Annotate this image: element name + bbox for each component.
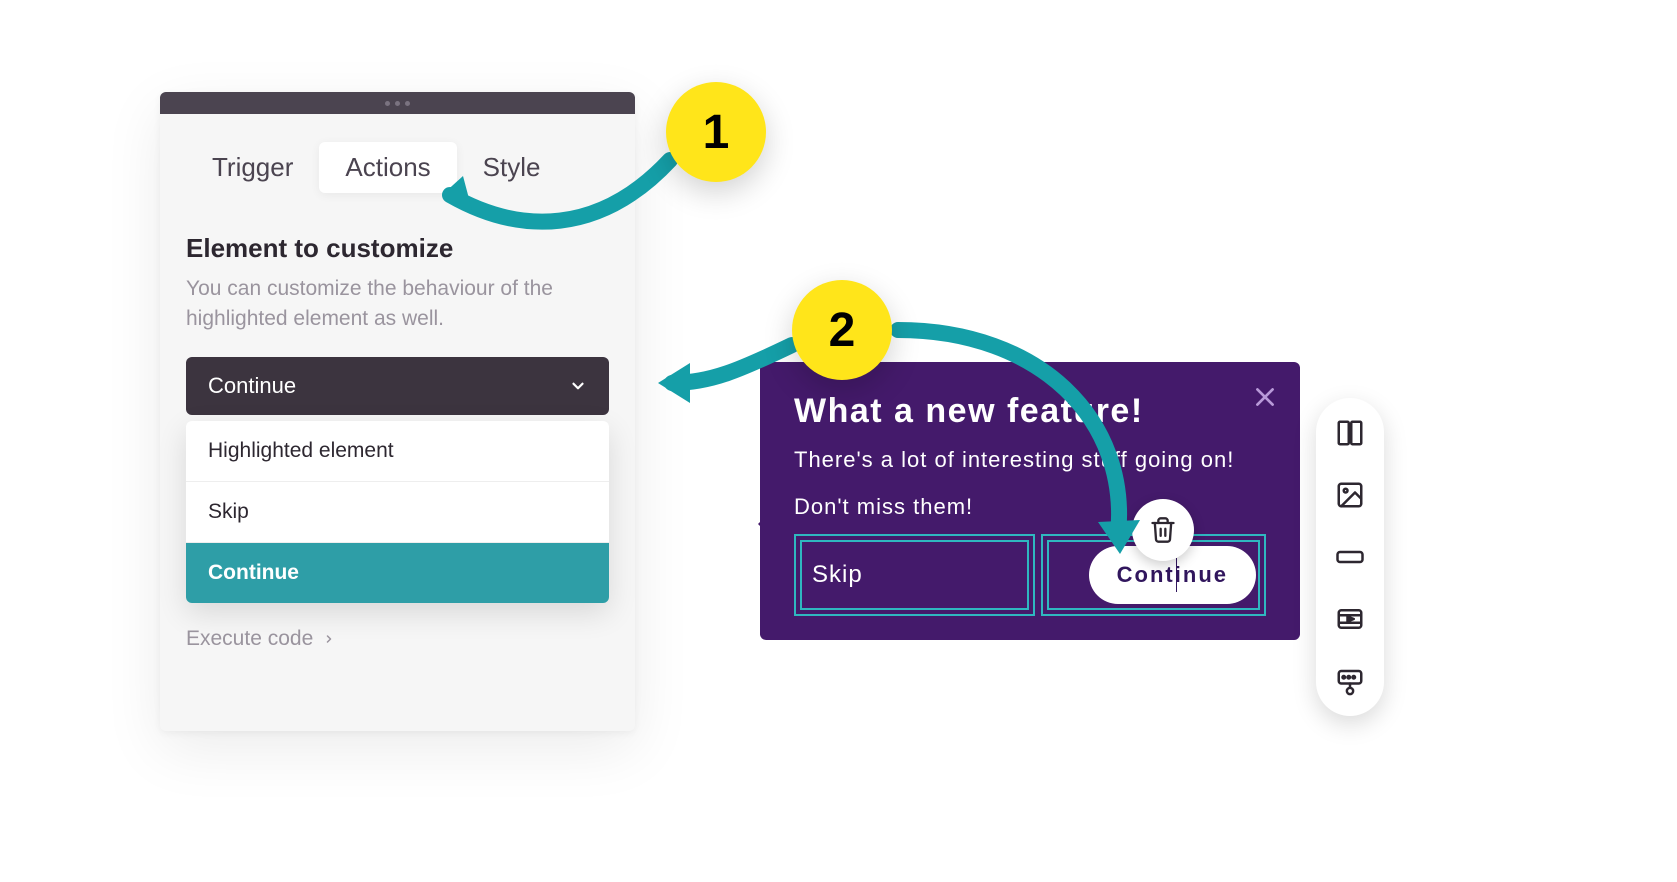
tab-actions[interactable]: Actions	[319, 142, 456, 193]
button-icon	[1335, 542, 1365, 572]
section-description: You can customize the behaviour of the h…	[186, 274, 609, 335]
select-value: Continue	[208, 373, 296, 399]
image-icon	[1335, 480, 1365, 510]
element-select-dropdown: Highlighted element Skip Continue	[186, 421, 609, 603]
tool-palette	[1316, 398, 1384, 716]
survey-icon	[1335, 666, 1365, 696]
execute-code-label: Execute code	[186, 627, 313, 651]
tooltip-button-row: Skip Continue	[794, 534, 1266, 616]
element-select[interactable]: Continue	[186, 357, 609, 415]
tab-trigger[interactable]: Trigger	[186, 142, 319, 193]
tool-columns[interactable]	[1335, 418, 1365, 448]
window-titlebar	[160, 92, 635, 114]
tool-image[interactable]	[1335, 480, 1365, 510]
delete-button[interactable]	[1132, 499, 1194, 561]
annotation-badge-1: 1	[666, 82, 766, 182]
tool-survey[interactable]	[1335, 666, 1365, 696]
annotation-badge-2: 2	[792, 280, 892, 380]
tabs-row: Trigger Actions Style	[160, 114, 635, 209]
close-button[interactable]	[1252, 384, 1278, 410]
option-highlighted-element[interactable]: Highlighted element	[186, 421, 609, 482]
section-title: Element to customize	[186, 233, 609, 264]
option-continue[interactable]: Continue	[186, 543, 609, 603]
chevron-right-icon	[323, 631, 335, 647]
tooltip-body-1: There's a lot of interesting stuff going…	[794, 445, 1266, 476]
trash-icon	[1149, 516, 1177, 544]
skip-label: Skip	[812, 561, 863, 589]
chevron-down-icon	[569, 377, 587, 395]
element-customize-section: Element to customize You can customize t…	[160, 209, 635, 651]
execute-code-link[interactable]: Execute code	[186, 627, 609, 651]
settings-panel: Trigger Actions Style Element to customi…	[160, 92, 635, 731]
tooltip-body-2: Don't miss them!	[794, 494, 1266, 520]
tooltip-title: What a new feature!	[794, 392, 1266, 431]
tool-video[interactable]	[1335, 604, 1365, 634]
option-skip[interactable]: Skip	[186, 482, 609, 543]
close-icon	[1252, 384, 1278, 410]
columns-icon	[1335, 418, 1365, 448]
tab-style[interactable]: Style	[457, 142, 567, 193]
skip-cell[interactable]: Skip	[794, 534, 1035, 616]
tool-button[interactable]	[1335, 542, 1365, 572]
feature-tooltip-card: What a new feature! There's a lot of int…	[760, 362, 1300, 640]
video-icon	[1335, 604, 1365, 634]
